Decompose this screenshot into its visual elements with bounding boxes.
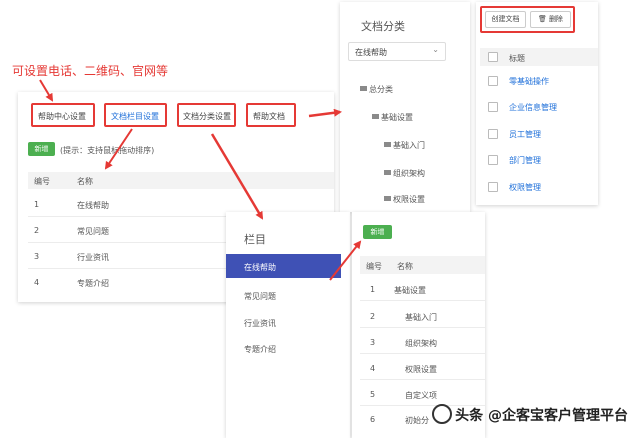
arrow-to-category xyxy=(308,108,342,118)
watermark: 头条 @企客宝客户管理平台 xyxy=(432,404,628,426)
arrow-tab-to-list xyxy=(104,128,133,170)
arrow-tab-to-column xyxy=(210,133,264,220)
logo-icon xyxy=(432,404,453,424)
watermark-text: 头条 @企客宝客户管理平台 xyxy=(455,408,628,424)
arrow-caption-to-tab xyxy=(39,79,54,102)
arrow-nav-to-add xyxy=(329,240,362,281)
annotation-arrows xyxy=(39,79,362,281)
